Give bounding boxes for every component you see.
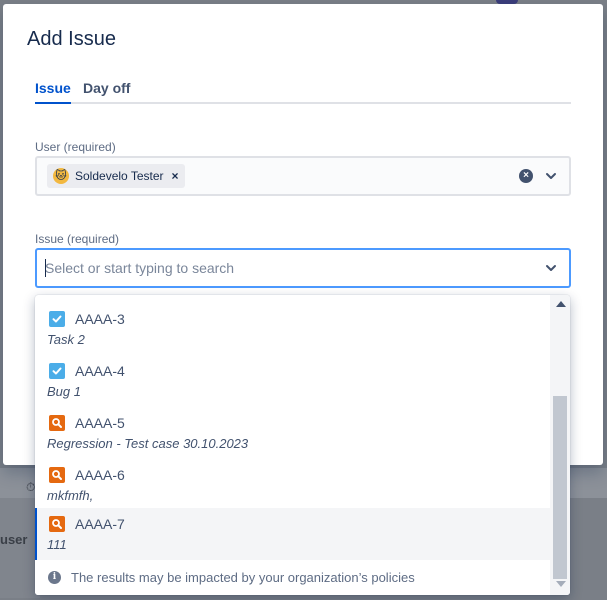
tab-day-off[interactable]: Day off (83, 80, 130, 102)
issue-select[interactable] (35, 248, 571, 288)
test-magnifier-icon (49, 415, 65, 431)
option-aaaa-7[interactable]: AAAA-7 111 (35, 508, 550, 560)
scroll-up-arrow-icon[interactable] (556, 301, 566, 307)
scroll-down-arrow-icon[interactable] (556, 581, 566, 587)
option-summary: Regression - Test case 30.10.2023 (47, 436, 249, 451)
background-user-label: user (0, 532, 28, 547)
user-chip: 🐱 Soldevelo Tester × (47, 164, 185, 188)
cat-avatar-icon: 🐱 (53, 168, 69, 184)
option-summary: Bug 1 (47, 384, 81, 399)
policy-note: i The results may be impacted by your or… (35, 560, 550, 595)
info-icon: i (48, 571, 61, 584)
issue-field-label: Issue (required) (35, 232, 120, 246)
option-key: AAAA-3 (75, 311, 125, 327)
option-aaaa-5[interactable]: AAAA-5 Regression - Test case 30.10.2023 (35, 407, 550, 459)
policy-note-text: The results may be impacted by your orga… (71, 570, 415, 585)
option-key: AAAA-6 (75, 467, 125, 483)
option-aaaa-6[interactable]: AAAA-6 mkfmfh, (35, 459, 550, 511)
option-summary: Task 2 (47, 332, 85, 347)
text-cursor (45, 259, 46, 277)
issue-options-menu: AAAA-3 Task 2 AAAA-4 Bug 1 AAAA-5 Regres… (35, 295, 570, 595)
user-field-label: User (required) (35, 140, 116, 154)
clear-icon[interactable]: × (519, 169, 533, 183)
test-magnifier-icon (49, 516, 65, 532)
test-magnifier-icon (49, 467, 65, 483)
chevron-down-icon[interactable] (543, 168, 559, 184)
option-key: AAAA-7 (75, 516, 125, 532)
user-select[interactable]: 🐱 Soldevelo Tester × × (35, 156, 571, 196)
options-list: AAAA-3 Task 2 AAAA-4 Bug 1 AAAA-5 Regres… (35, 295, 550, 560)
option-summary: 111 (47, 537, 67, 552)
background-column (0, 498, 40, 598)
remove-user-icon[interactable]: × (172, 169, 179, 183)
option-aaaa-3[interactable]: AAAA-3 Task 2 (35, 303, 550, 355)
task-check-icon (49, 363, 65, 379)
tab-bar: Issue Day off (35, 78, 571, 104)
tab-issue[interactable]: Issue (35, 80, 71, 104)
option-summary: mkfmfh, (47, 488, 94, 503)
chevron-down-icon[interactable] (543, 260, 559, 276)
task-check-icon (49, 311, 65, 327)
option-aaaa-4[interactable]: AAAA-4 Bug 1 (35, 355, 550, 407)
scrollbar-thumb[interactable] (553, 396, 567, 579)
timer-icon: ⏱ (26, 480, 36, 494)
dialog-title: Add Issue (27, 28, 116, 50)
option-key: AAAA-5 (75, 415, 125, 431)
scrollbar[interactable] (550, 295, 570, 595)
user-chip-label: Soldevelo Tester (75, 169, 164, 183)
option-key: AAAA-4 (75, 363, 125, 379)
issue-search-input[interactable] (45, 259, 515, 277)
